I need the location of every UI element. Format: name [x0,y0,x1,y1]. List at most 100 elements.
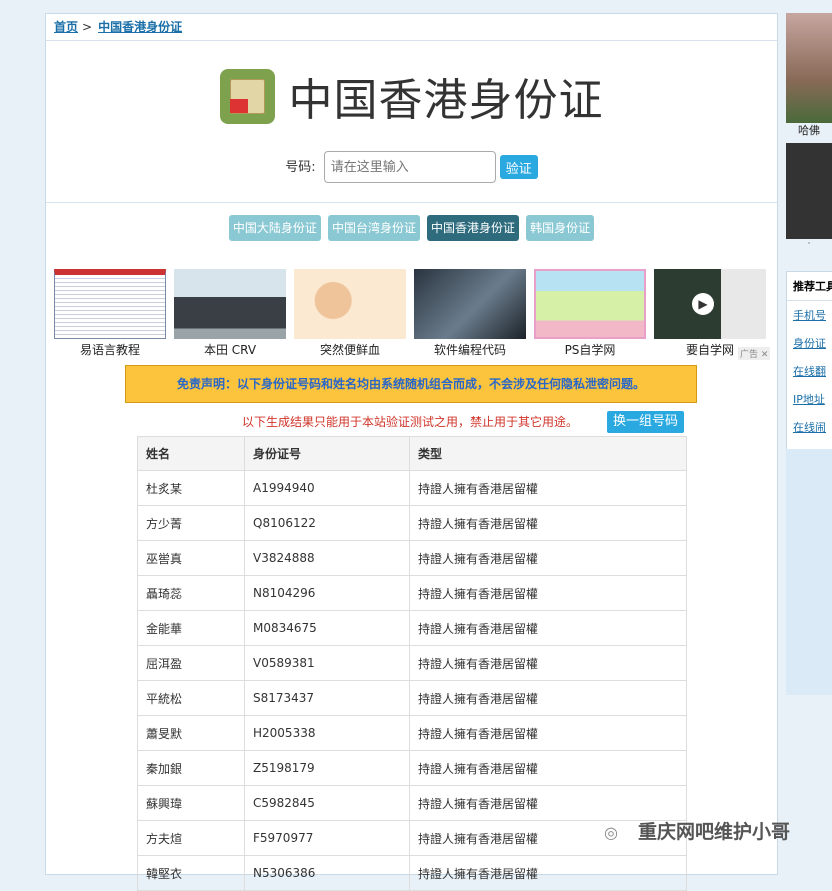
play-icon[interactable]: ▶ [692,293,714,315]
cell-type: 持證人擁有香港居留權 [409,540,687,576]
id-number-input[interactable] [323,151,496,183]
tool-link[interactable]: 在线翻 [787,357,832,385]
ad-item[interactable]: 软件编程代码 [414,269,526,358]
cell-type: 持證人擁有香港居留權 [409,645,687,681]
cell-id-number: S8173437 [244,680,410,716]
disclaimer-notice: 免责声明：以下身份证号码和姓名均由系统随机组合而成，不会涉及任何隐私泄密问题。 [125,365,697,403]
divider [46,202,777,203]
ad-caption[interactable]: 突然便鲜血 [294,341,406,358]
cell-id-number: Z5198179 [244,750,410,786]
tab-hongkong-id[interactable]: 中国香港身份证 [427,215,520,241]
tab-korea-id[interactable]: 韩国身份证 [526,215,595,241]
table-header-row: 姓名 身份证号 类型 [137,436,687,471]
tool-link[interactable]: 身份证 [787,329,832,357]
tab-taiwan-id[interactable]: 中国台湾身份证 [327,215,420,241]
cell-id-number: Q8106122 [244,505,410,541]
cell-type: 持證人擁有香港居留權 [409,680,687,716]
table-row: 屈洱盈 V0589381 持證人擁有香港居留權 [137,645,687,681]
breadcrumb: 首页 > 中国香港身份证 [46,14,777,41]
cell-name: 聶琦蕊 [137,575,245,611]
ad-item[interactable]: ▶ 要自学网 [654,269,766,358]
wechat-icon: ◎ [604,822,618,842]
sidebar-photo[interactable] [786,143,832,239]
cell-name: 秦加銀 [137,750,245,786]
ad-image[interactable] [54,269,166,339]
table-row: 蕭旻默 H2005338 持證人擁有香港居留權 [137,715,687,751]
breadcrumb-separator: > [82,20,93,34]
watermark: ◎ 重庆网吧维护小哥 [604,817,790,844]
tool-link[interactable]: 手机号 [787,301,832,329]
id-card-icon [219,68,275,124]
ad-strip: 易语言教程 本田 CRV 突然便鲜血 软件编程代码 PS自学网 ▶ 要自学网 [54,269,774,358]
cell-id-number: N8104296 [244,575,410,611]
cell-name: 蘇興瑋 [137,785,245,821]
right-sidebar: 哈佛 · 推荐工具 手机号 身份证 在线翻 IP地址 在线闹 [786,13,832,873]
header-id-number: 身份证号 [244,436,410,471]
cell-type: 持證人擁有香港居留權 [409,855,687,891]
verify-form: 号码: 验证 [46,151,777,183]
cell-id-number: A1994940 [244,470,410,506]
ad-item[interactable]: PS自学网 [534,269,646,358]
table-row: 韓堅衣 N5306386 持證人擁有香港居留權 [137,855,687,891]
table-row: 秦加銀 Z5198179 持證人擁有香港居留權 [137,750,687,786]
cell-name: 金能華 [137,610,245,646]
cell-type: 持證人擁有香港居留權 [409,505,687,541]
cell-type: 持證人擁有香港居留權 [409,785,687,821]
id-type-tabs: 中国大陆身份证 中国台湾身份证 中国香港身份证 韩国身份证 [46,215,777,241]
sidebar-photo-caption[interactable]: 哈佛 [786,123,832,139]
ad-item[interactable]: 突然便鲜血 [294,269,406,358]
ad-image[interactable] [414,269,526,339]
table-row: 金能華 M0834675 持證人擁有香港居留權 [137,610,687,646]
cell-name: 方夫煊 [137,820,245,856]
ad-caption[interactable]: PS自学网 [534,341,646,358]
tool-link[interactable]: 在线闹 [787,413,832,441]
table-row: 方少菁 Q8106122 持證人擁有香港居留權 [137,505,687,541]
page-title: 中国香港身份证 [288,75,604,126]
ad-image[interactable]: ▶ [654,269,766,339]
cell-name: 平統松 [137,680,245,716]
cell-name: 屈洱盈 [137,645,245,681]
ad-image[interactable] [534,269,646,339]
ad-caption[interactable]: 易语言教程 [54,341,166,358]
recommended-tools: 推荐工具 手机号 身份证 在线翻 IP地址 在线闹 [786,271,832,451]
cell-type: 持證人擁有香港居留權 [409,610,687,646]
ad-item[interactable]: 易语言教程 [54,269,166,358]
sidebar-dot: · [807,239,811,249]
ad-tag[interactable]: 广告 ✕ [738,347,771,360]
ad-image[interactable] [174,269,286,339]
cell-type: 持證人擁有香港居留權 [409,575,687,611]
tab-mainland-id[interactable]: 中国大陆身份证 [228,215,321,241]
cell-id-number: V0589381 [244,645,410,681]
page-header: 中国香港身份证 [46,64,777,128]
table-row: 聶琦蕊 N8104296 持證人擁有香港居留權 [137,575,687,611]
cell-name: 蕭旻默 [137,715,245,751]
main-panel: 首页 > 中国香港身份证 中国香港身份证 号码: 验证 中国大陆身份证 中国台湾身份证… [45,13,778,891]
verify-button[interactable]: 验证 [499,155,538,179]
ad-item[interactable]: 本田 CRV [174,269,286,358]
usage-warning: 以下生成结果只能用于本站验证测试之用，禁止用于其它用途。 [242,415,579,429]
header-name: 姓名 [137,436,245,471]
sidebar-blank-panel [786,449,832,695]
cell-type: 持證人擁有香港居留權 [409,715,687,751]
table-row: 巫喾真 V3824888 持證人擁有香港居留權 [137,540,687,576]
cell-type: 持證人擁有香港居留權 [409,750,687,786]
regenerate-button[interactable]: 换一组号码 [607,411,685,433]
recommended-tools-title: 推荐工具 [787,272,832,301]
tool-link[interactable]: IP地址 [787,385,832,413]
cell-id-number: H2005338 [244,715,410,751]
cell-id-number: C5982845 [244,785,410,821]
ad-caption[interactable]: 本田 CRV [174,341,286,358]
table-row: 平統松 S8173437 持證人擁有香港居留權 [137,680,687,716]
ad-image[interactable] [294,269,406,339]
breadcrumb-current-link[interactable]: 中国香港身份证 [98,20,182,34]
cell-name: 韓堅衣 [137,855,245,891]
table-row: 蘇興瑋 C5982845 持證人擁有香港居留權 [137,785,687,821]
table-row: 杜炙某 A1994940 持證人擁有香港居留權 [137,470,687,506]
ad-caption[interactable]: 软件编程代码 [414,341,526,358]
cell-id-number: M0834675 [244,610,410,646]
watermark-text: 重庆网吧维护小哥 [638,821,791,843]
breadcrumb-home-link[interactable]: 首页 [54,20,78,34]
header-type: 类型 [409,436,687,471]
cell-id-number: N5306386 [244,855,410,891]
sidebar-photo[interactable] [786,13,832,123]
